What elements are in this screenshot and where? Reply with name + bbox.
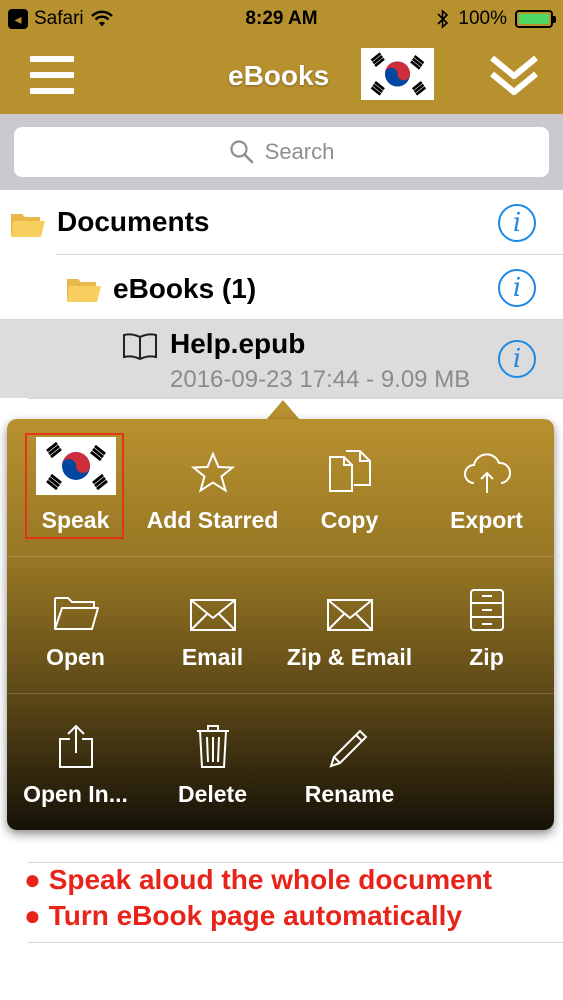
- list-item-help-epub[interactable]: Help.epub 2016-09-23 17:44 - 9.09 MB i: [0, 320, 563, 398]
- copy-label: Copy: [320, 507, 379, 533]
- search-placeholder: Search: [264, 139, 335, 164]
- export-button[interactable]: Export: [418, 419, 554, 556]
- search-input[interactable]: Search: [14, 127, 549, 177]
- export-label: Export: [450, 507, 523, 533]
- popup-row: Speak Add Starred Copy Export: [7, 419, 554, 556]
- popup-row: Open Email Zip & Email Zip: [7, 556, 554, 693]
- annotation-speak: ● Speak aloud the whole document: [24, 864, 493, 895]
- bluetooth-icon: [437, 9, 449, 29]
- email-label: Email: [181, 644, 244, 670]
- info-icon[interactable]: i: [498, 269, 536, 307]
- list-item-ebooks[interactable]: eBooks (1) i: [0, 255, 563, 319]
- file-name: Help.epub: [170, 328, 306, 359]
- divider: [28, 862, 563, 863]
- status-bar: ◂ Safari 8:29 AM 100%: [0, 0, 563, 38]
- open-in-button[interactable]: Open In...: [7, 693, 144, 830]
- korea-flag-icon: [35, 437, 116, 495]
- delete-label: Delete: [177, 781, 248, 807]
- list-item-documents[interactable]: Documents i: [0, 190, 563, 254]
- book-icon: [123, 333, 157, 360]
- zip-label: Zip: [469, 644, 504, 670]
- copy-icon: [328, 450, 371, 492]
- battery-percent: 100%: [458, 8, 507, 29]
- add-starred-button[interactable]: Add Starred: [144, 419, 281, 556]
- open-button[interactable]: Open: [7, 556, 144, 693]
- folder-open-icon: [53, 597, 99, 630]
- nav-bar: eBooks: [0, 38, 563, 114]
- ebooks-label: eBooks (1): [113, 273, 257, 304]
- open-in-label: Open In...: [23, 781, 128, 807]
- documents-label: Documents: [57, 206, 210, 237]
- share-icon: [58, 724, 93, 768]
- info-icon[interactable]: i: [498, 340, 536, 378]
- divider: [28, 942, 563, 943]
- korea-flag-icon: [361, 48, 434, 100]
- zip-email-label: Zip & Email: [286, 644, 413, 670]
- envelope-icon: [326, 599, 373, 631]
- folder-icon: [67, 279, 101, 302]
- pencil-icon: [328, 729, 367, 768]
- chevron-double-down-icon[interactable]: [488, 52, 540, 98]
- popup-pointer: [266, 400, 300, 420]
- search-icon: [230, 140, 253, 164]
- file-meta: 2016-09-23 17:44 - 9.09 MB: [170, 366, 471, 393]
- email-button[interactable]: Email: [144, 556, 281, 693]
- speak-button[interactable]: Speak: [7, 419, 144, 556]
- search-bar: Search: [0, 114, 563, 190]
- action-popup: Speak Add Starred Copy Export Open Email…: [7, 419, 554, 830]
- battery-icon: [515, 10, 556, 28]
- korea-flag-button[interactable]: [361, 48, 434, 100]
- archive-icon: [469, 589, 504, 631]
- zip-button[interactable]: Zip: [418, 556, 554, 693]
- annotation-turn-page: ● Turn eBook page automatically: [24, 900, 463, 931]
- nav-title: eBooks: [228, 60, 330, 91]
- popup-row: Open In... Delete Rename: [7, 693, 554, 830]
- divider: [28, 398, 563, 399]
- open-label: Open: [46, 644, 105, 670]
- folder-icon: [11, 214, 45, 237]
- rename-label: Rename: [304, 781, 395, 807]
- info-icon[interactable]: i: [498, 204, 536, 242]
- cloud-upload-icon: [463, 453, 511, 493]
- trash-icon: [196, 725, 229, 768]
- rename-button[interactable]: Rename: [281, 693, 418, 830]
- star-icon: [190, 451, 235, 493]
- envelope-icon: [189, 599, 236, 631]
- add-starred-label: Add Starred: [146, 507, 279, 533]
- speak-label: Speak: [41, 507, 110, 533]
- copy-button[interactable]: Copy: [281, 419, 418, 556]
- delete-button[interactable]: Delete: [144, 693, 281, 830]
- hamburger-icon[interactable]: [30, 56, 74, 94]
- zip-email-button[interactable]: Zip & Email: [281, 556, 418, 693]
